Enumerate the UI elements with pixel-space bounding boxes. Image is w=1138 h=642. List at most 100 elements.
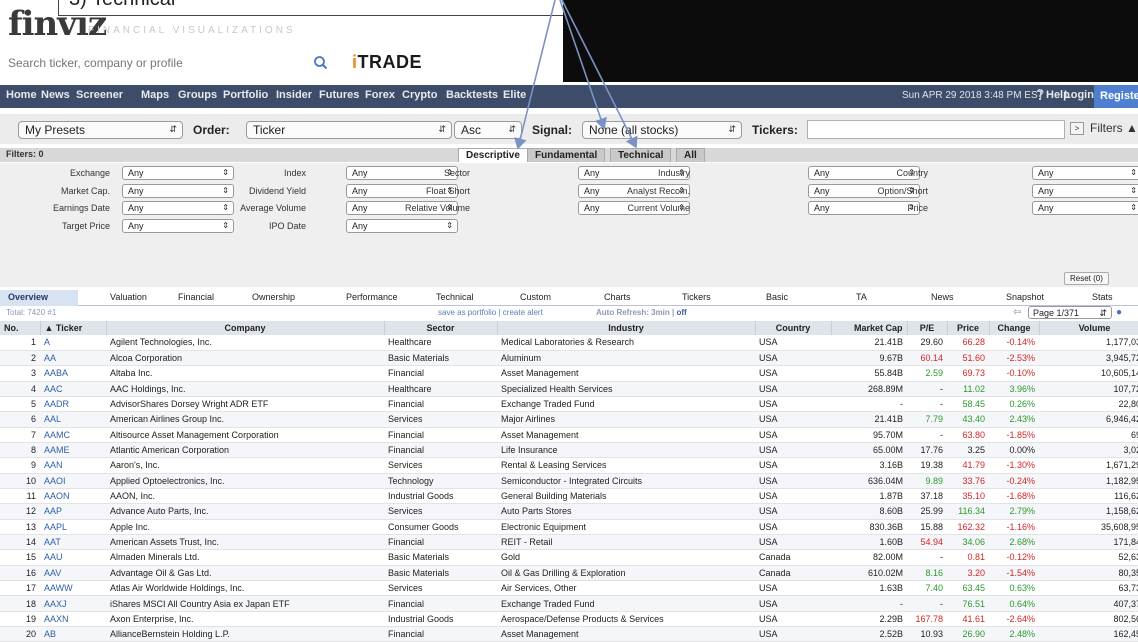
ticker-cell[interactable]: AAL <box>40 411 106 428</box>
tab-charts[interactable]: Charts <box>604 292 631 302</box>
nav-forex[interactable]: Forex <box>365 89 395 101</box>
table-row[interactable]: 2 AA Alcoa Corporation Basic Materials Alumi… <box>0 350 1138 367</box>
nav-futures[interactable]: Futures <box>319 89 359 101</box>
nav-register-button[interactable]: Register <box>1094 85 1138 108</box>
ticker-cell[interactable]: AAME <box>40 442 106 459</box>
nav-portfolio[interactable]: Portfolio <box>223 89 268 101</box>
column-header[interactable]: No. <box>0 321 41 335</box>
table-row[interactable]: 16 AAV Advantage Oil & Gas Ltd. Basic Mater… <box>0 565 1138 582</box>
nav-news[interactable]: News <box>41 89 70 101</box>
ticker-cell[interactable]: AAON <box>40 488 106 505</box>
table-row[interactable]: 4 AAC AAC Holdings, Inc. Healthcare Speciali… <box>0 381 1138 397</box>
ticker-cell[interactable]: AB <box>40 626 106 642</box>
table-row[interactable]: 1 A Agilent Technologies, Inc. Healthcare Me… <box>0 335 1138 351</box>
table-row[interactable]: 6 AAL American Airlines Group Inc. Services… <box>0 411 1138 428</box>
table-row[interactable]: 17 AAWW Atlas Air Worldwide Holdings, Inc.… <box>0 580 1138 597</box>
table-row[interactable]: 11 AAON AAON, Inc. Industrial Goods General … <box>0 488 1138 505</box>
column-header[interactable]: Industry <box>497 321 756 335</box>
filter-select[interactable]: Any ⇕ <box>1032 201 1138 215</box>
table-row[interactable]: 20 AB AllianceBernstein Holding L.P. Financ… <box>0 626 1138 642</box>
ticker-cell[interactable]: AAPL <box>40 519 106 535</box>
order-direction-select[interactable]: Asc ⇵ <box>454 121 522 139</box>
order-select[interactable]: Ticker ⇵ <box>246 121 452 139</box>
signal-select[interactable]: None (all stocks) ⇵ <box>582 121 742 139</box>
tab-ta[interactable]: TA <box>856 292 867 302</box>
column-header[interactable]: Sector <box>384 321 498 335</box>
column-header[interactable]: Country <box>755 321 832 335</box>
ticker-cell[interactable]: A <box>40 335 106 351</box>
filters-toggle-button[interactable]: > Filters ▲ <box>1070 121 1138 136</box>
next-page-arrow-icon[interactable]: ● <box>1116 307 1122 318</box>
filter-select[interactable]: Any ⇕ <box>346 218 458 233</box>
nav-insider[interactable]: Insider <box>276 89 312 101</box>
ticker-cell[interactable]: AAC <box>40 381 106 397</box>
tab-performance[interactable]: Performance <box>346 292 398 302</box>
table-row[interactable]: 9 AAN Aaron's, Inc. Services Rental & Leasin… <box>0 457 1138 474</box>
ticker-cell[interactable]: AAP <box>40 503 106 520</box>
prev-page-arrow-icon[interactable]: ⇦ <box>1013 307 1021 318</box>
tab-tickers[interactable]: Tickers <box>682 292 711 302</box>
nav-backtests[interactable]: Backtests <box>446 89 498 101</box>
ticker-cell[interactable]: AAOI <box>40 473 106 489</box>
page-select[interactable]: Page 1/371 ⇵ <box>1028 306 1112 319</box>
ticker-cell[interactable]: AA <box>40 350 106 367</box>
table-row[interactable]: 13 AAPL Apple Inc. Consumer Goods Electronic… <box>0 519 1138 535</box>
column-header[interactable]: Volume <box>1039 321 1138 335</box>
ticker-cell[interactable]: AABA <box>40 365 106 382</box>
tab-stats[interactable]: Stats <box>1092 292 1113 302</box>
tab-news[interactable]: News <box>931 292 954 302</box>
tab-snapshot[interactable]: Snapshot <box>1006 292 1044 302</box>
tab-valuation[interactable]: Valuation <box>110 292 147 302</box>
column-header[interactable]: Change <box>989 321 1040 335</box>
table-row[interactable]: 3 AABA Altaba Inc. Financial Asset Managemen… <box>0 365 1138 382</box>
ticker-cell[interactable]: AAXJ <box>40 595 106 612</box>
nav-login[interactable]: Login <box>1064 89 1094 101</box>
filter-select[interactable]: Any ⇕ <box>1032 166 1138 180</box>
auto-refresh-off-link[interactable]: off <box>676 308 686 317</box>
column-header[interactable]: Price <box>947 321 990 335</box>
table-row[interactable]: 18 AAXJ iShares MSCI All Country Asia ex J… <box>0 595 1138 612</box>
ticker-cell[interactable]: AADR <box>40 396 106 413</box>
table-row[interactable]: 10 AAOI Applied Optoelectronics, Inc. Techn… <box>0 473 1138 489</box>
tab-technical[interactable]: Technical <box>436 292 474 302</box>
tab-ownership[interactable]: Ownership <box>252 292 295 302</box>
tickers-input[interactable] <box>807 120 1065 139</box>
table-row[interactable]: 7 AAMC Altisource Asset Management Corpora… <box>0 427 1138 443</box>
ticker-cell[interactable]: AAXN <box>40 611 106 628</box>
table-row[interactable]: 12 AAP Advance Auto Parts, Inc. Services Aut… <box>0 503 1138 520</box>
ticker-cell[interactable]: AAT <box>40 534 106 551</box>
ticker-cell[interactable]: AAWW <box>40 580 106 597</box>
tab-descriptive[interactable]: Descriptive <box>458 148 528 162</box>
nav-crypto[interactable]: Crypto <box>402 89 437 101</box>
filter-select[interactable]: Any ⇕ <box>1032 183 1138 198</box>
nav-screener[interactable]: Screener <box>76 89 123 101</box>
tab-financial[interactable]: Financial <box>178 292 214 302</box>
presets-select[interactable]: My Presets ⇵ <box>18 121 183 139</box>
column-header[interactable]: ▲ Ticker <box>40 321 107 335</box>
ticker-cell[interactable]: AAU <box>40 549 106 566</box>
reset-button[interactable]: Reset (0) <box>1064 272 1109 285</box>
column-header[interactable]: P/E <box>907 321 948 335</box>
table-row[interactable]: 19 AAXN Axon Enterprise, Inc. Industrial Go… <box>0 611 1138 628</box>
save-portfolio-link[interactable]: save as portfolio | create alert <box>438 308 543 317</box>
ticker-cell[interactable]: AAMC <box>40 427 106 443</box>
nav-maps[interactable]: Maps <box>141 89 169 101</box>
tab-custom[interactable]: Custom <box>520 292 551 302</box>
column-header[interactable]: Market Cap <box>831 321 908 335</box>
nav-elite[interactable]: Elite <box>503 89 526 101</box>
tab-fundamental[interactable]: Fundamental <box>527 148 606 162</box>
help-icon[interactable]: ❔ <box>1034 90 1046 101</box>
search-input[interactable] <box>6 52 306 74</box>
table-row[interactable]: 15 AAU Almaden Minerals Ltd. Basic Material… <box>0 549 1138 566</box>
nav-groups[interactable]: Groups <box>178 89 217 101</box>
tab-overview[interactable]: Overview <box>8 292 48 302</box>
search-icon[interactable] <box>312 54 330 72</box>
table-row[interactable]: 5 AADR AdvisorShares Dorsey Wright ADR ETF… <box>0 396 1138 413</box>
nav-home[interactable]: Home <box>6 89 37 101</box>
ticker-cell[interactable]: AAN <box>40 457 106 474</box>
tab-basic[interactable]: Basic <box>766 292 788 302</box>
ticker-cell[interactable]: AAV <box>40 565 106 582</box>
tab-technical[interactable]: Technical <box>610 148 672 162</box>
tab-all[interactable]: All <box>676 148 705 162</box>
table-row[interactable]: 8 AAME Atlantic American Corporation Financ… <box>0 442 1138 459</box>
